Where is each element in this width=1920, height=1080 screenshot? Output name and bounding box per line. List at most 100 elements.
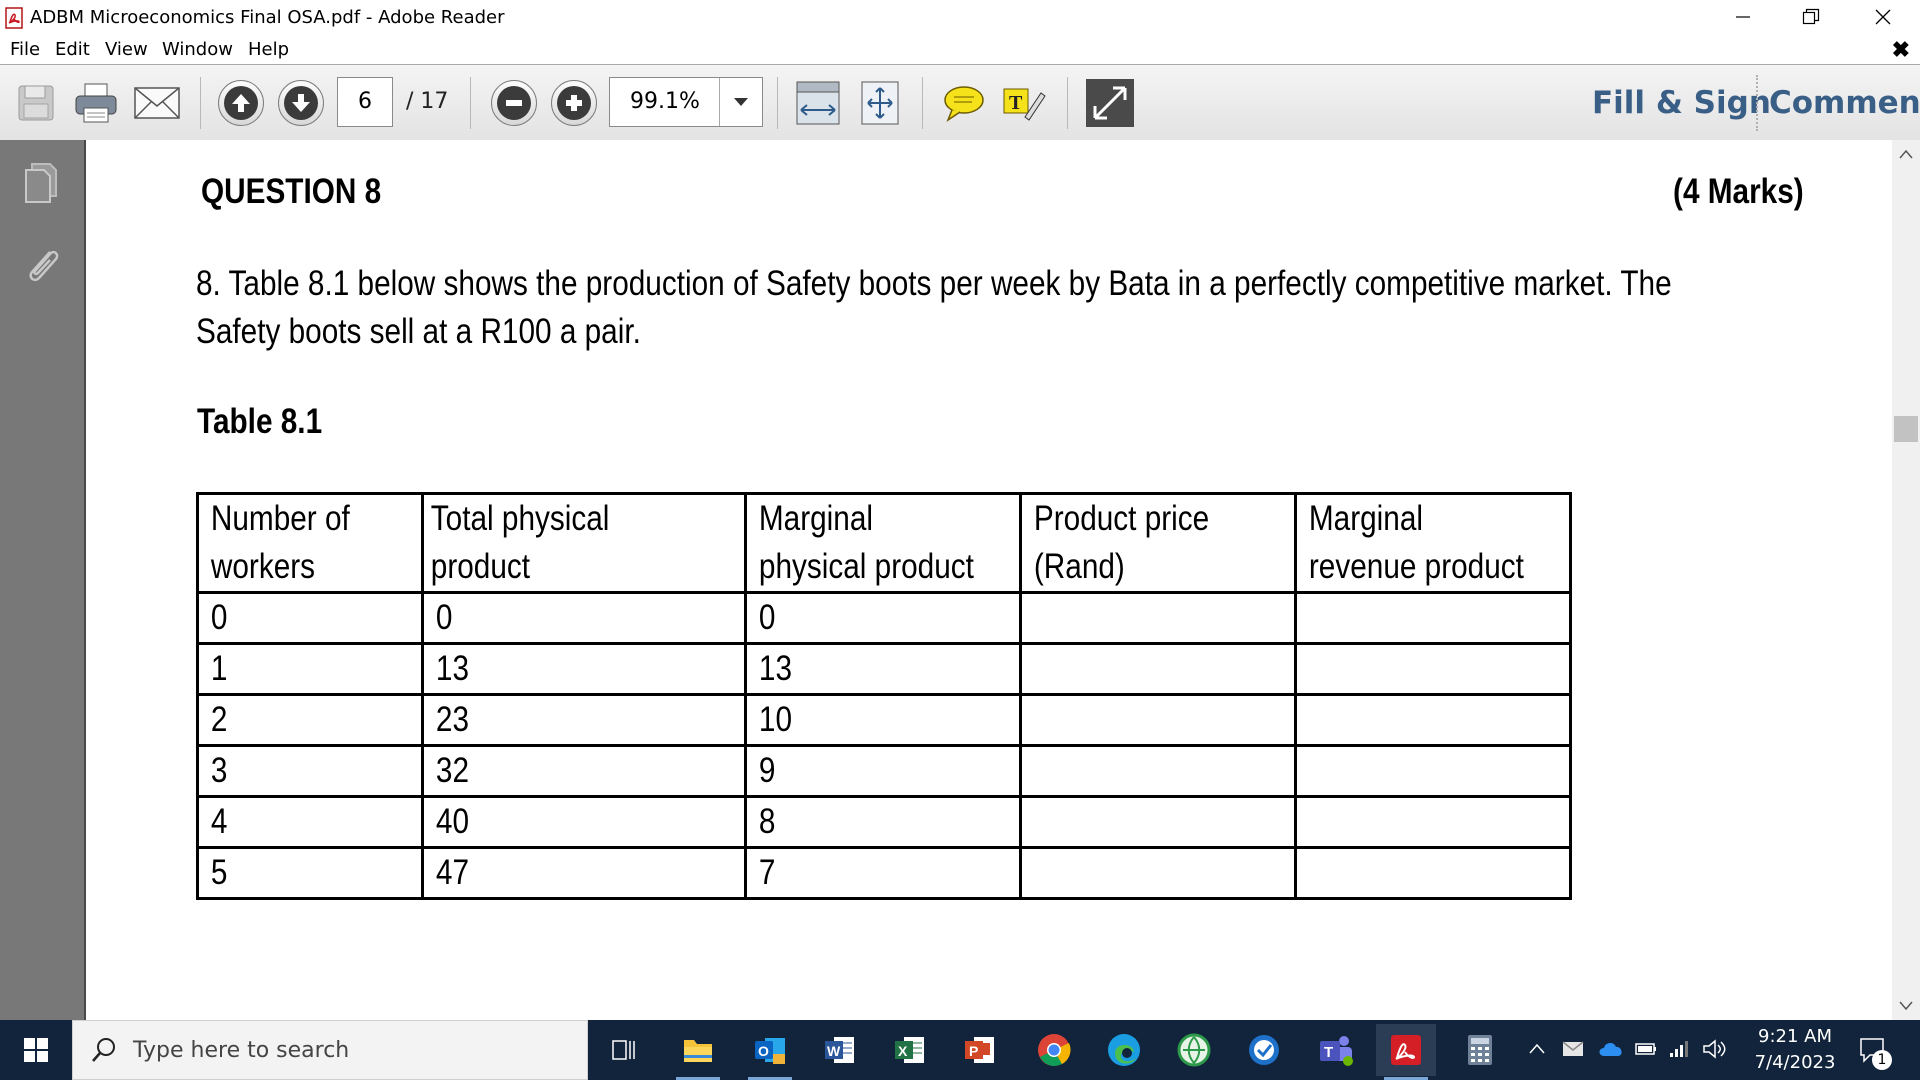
menu-help[interactable]: Help xyxy=(248,39,289,60)
page-thumbnails-icon[interactable] xyxy=(20,160,66,206)
word-icon: W xyxy=(825,1037,854,1063)
taskbar-search-box[interactable]: Type here to search xyxy=(72,1020,588,1080)
menu-edit[interactable]: Edit xyxy=(55,39,90,60)
restore-icon xyxy=(1802,8,1820,25)
table-cell: 23 xyxy=(421,693,747,747)
table-cell xyxy=(1294,693,1572,747)
attachments-paperclip-icon[interactable] xyxy=(20,244,66,290)
save-icon xyxy=(18,85,54,121)
svg-text:P: P xyxy=(969,1043,978,1059)
mail-tray-icon[interactable] xyxy=(1562,1040,1584,1058)
clock-date[interactable]: 7/4/2023 xyxy=(1745,1052,1845,1073)
vertical-scrollbar[interactable] xyxy=(1892,140,1920,1020)
onedrive-cloud-icon[interactable] xyxy=(1598,1040,1624,1058)
battery-power-icon[interactable] xyxy=(1634,1040,1658,1058)
table-cell xyxy=(1019,795,1297,849)
menu-window[interactable]: Window xyxy=(162,39,233,60)
close-document-icon[interactable]: ✖ xyxy=(1892,37,1910,63)
taskbar-blue-circle-app[interactable] xyxy=(1234,1024,1294,1076)
task-view-icon xyxy=(612,1040,635,1060)
menu-view[interactable]: View xyxy=(105,39,148,60)
taskbar-excel[interactable]: X xyxy=(880,1024,940,1076)
table-caption: Table 8.1 xyxy=(197,402,323,441)
teams-icon: T xyxy=(1320,1036,1353,1066)
previous-page-button[interactable] xyxy=(215,77,267,129)
table-cell: 47 xyxy=(421,846,747,900)
page-number-input[interactable]: 6 xyxy=(337,77,393,127)
next-page-button[interactable] xyxy=(275,77,327,129)
table-cell xyxy=(1019,846,1297,900)
scrollbar-thumb[interactable] xyxy=(1894,416,1918,442)
question-paragraph: 8. Table 8.1 below shows the production … xyxy=(196,264,1672,351)
fill-and-sign-link[interactable]: Fill & Sign xyxy=(1592,85,1771,121)
email-button[interactable] xyxy=(131,77,183,129)
table-cell: 7 xyxy=(744,846,1022,900)
taskbar-file-explorer[interactable] xyxy=(668,1024,728,1080)
add-text-button[interactable]: T xyxy=(998,77,1050,129)
taskbar-teams[interactable]: T xyxy=(1306,1024,1366,1076)
scroll-up-button[interactable] xyxy=(1892,142,1920,166)
cellular-signal-icon[interactable] xyxy=(1668,1039,1692,1059)
notification-count-badge: 1 xyxy=(1872,1050,1892,1070)
search-placeholder: Type here to search xyxy=(133,1038,350,1063)
arrow-down-icon xyxy=(292,94,310,112)
minimize-button[interactable] xyxy=(1710,0,1776,34)
table-cell: 0 xyxy=(744,591,1022,645)
taskbar-adobe-reader[interactable] xyxy=(1376,1024,1436,1080)
chevron-down-icon xyxy=(734,98,748,106)
svg-text:X: X xyxy=(898,1043,908,1059)
zoom-level-select[interactable]: 99.1% xyxy=(609,77,763,127)
table-cell xyxy=(1019,591,1297,645)
table-cell xyxy=(1294,795,1572,849)
comment-bubble-icon xyxy=(944,86,984,122)
table-cell xyxy=(1294,846,1572,900)
fit-width-icon xyxy=(796,81,840,125)
table-cell: 8 xyxy=(744,795,1022,849)
menu-bar: File Edit View Window Help ✖ xyxy=(0,34,1920,64)
close-window-button[interactable] xyxy=(1850,0,1916,34)
sticky-note-button[interactable] xyxy=(938,77,990,129)
column-header: Product price (Rand) xyxy=(1019,492,1297,594)
folder-icon xyxy=(684,1040,712,1062)
zoom-out-button[interactable] xyxy=(488,77,540,129)
taskbar-calculator[interactable] xyxy=(1450,1024,1510,1076)
taskbar-green-globe-app[interactable] xyxy=(1164,1024,1224,1076)
table-cell: 10 xyxy=(744,693,1022,747)
text-edit-icon: T xyxy=(1003,88,1046,121)
taskbar-powerpoint[interactable]: P xyxy=(950,1024,1010,1076)
zoom-dropdown-button[interactable] xyxy=(719,78,762,126)
comment-link[interactable]: Comment xyxy=(1769,85,1920,121)
scroll-down-button[interactable] xyxy=(1892,994,1920,1018)
table-cell: 13 xyxy=(744,642,1022,696)
svg-text:W: W xyxy=(827,1043,841,1059)
menu-file[interactable]: File xyxy=(10,39,40,60)
arrow-up-icon xyxy=(232,94,250,112)
taskbar-edge[interactable] xyxy=(1094,1024,1154,1076)
fit-page-button[interactable] xyxy=(854,77,906,129)
print-button[interactable] xyxy=(70,77,122,129)
table-cell: 0 xyxy=(421,591,747,645)
table-cell: 4 xyxy=(196,795,424,849)
column-header: Marginal revenue product xyxy=(1294,492,1572,594)
table-cell xyxy=(1294,744,1572,798)
full-screen-button[interactable] xyxy=(1084,77,1136,129)
taskbar-outlook[interactable]: O xyxy=(740,1024,800,1080)
clock-time[interactable]: 9:21 AM xyxy=(1745,1026,1845,1047)
start-button[interactable] xyxy=(0,1020,72,1080)
chevron-up-icon xyxy=(1899,149,1913,159)
fit-width-button[interactable] xyxy=(792,77,844,129)
blue-arrow-circle-icon xyxy=(1249,1035,1279,1065)
show-hidden-icons-chevron-up-icon[interactable] xyxy=(1528,1042,1546,1056)
save-button[interactable] xyxy=(10,77,62,129)
table-cell xyxy=(1019,642,1297,696)
restore-button[interactable] xyxy=(1778,0,1844,34)
zoom-in-button[interactable] xyxy=(548,77,600,129)
taskbar-word[interactable]: W xyxy=(810,1024,870,1076)
table-cell xyxy=(1294,591,1572,645)
windows-logo-icon xyxy=(24,1038,48,1062)
notification-center-button[interactable]: 1 xyxy=(1850,1028,1894,1072)
volume-speaker-icon[interactable] xyxy=(1702,1038,1728,1060)
table-cell: 0 xyxy=(196,591,424,645)
taskbar-chrome[interactable] xyxy=(1024,1024,1084,1076)
task-view-button[interactable] xyxy=(594,1024,654,1076)
